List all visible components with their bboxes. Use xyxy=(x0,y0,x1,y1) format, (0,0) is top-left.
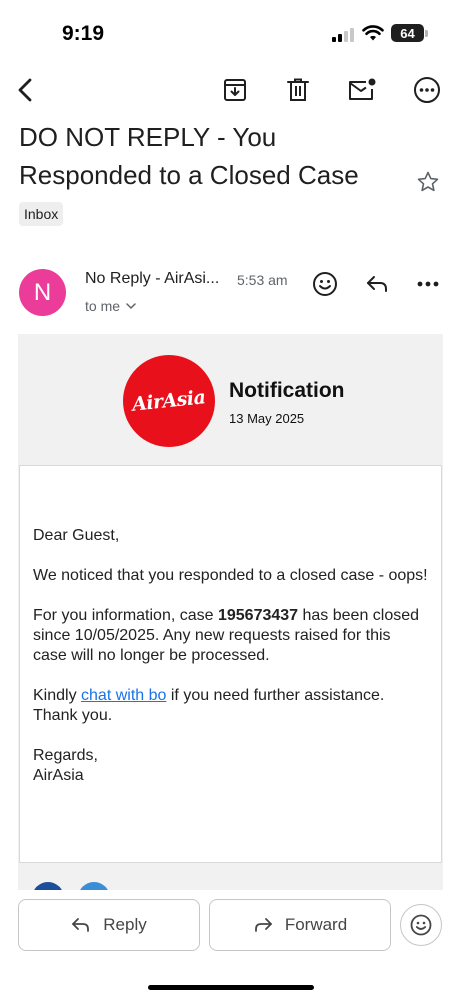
quick-reply-button[interactable] xyxy=(359,266,395,302)
airasia-logo: AirAsia xyxy=(123,355,215,447)
email-subject: DO NOT REPLY - You Responded to a Closed… xyxy=(19,122,359,190)
sender-name[interactable]: No Reply - AirAsi... xyxy=(85,270,219,288)
facebook-icon[interactable] xyxy=(32,882,64,890)
sign-off: Regards, AirAsia xyxy=(33,746,428,786)
smiley-icon xyxy=(313,272,337,296)
regards-text: Regards, xyxy=(33,747,98,764)
paragraph-closed-case: We noticed that you responded to a close… xyxy=(33,567,428,584)
social-icons-row xyxy=(32,882,132,890)
forward-icon xyxy=(254,918,272,932)
more-circle-icon xyxy=(414,77,440,103)
forward-label: Forward xyxy=(284,915,348,934)
sender-avatar[interactable]: N xyxy=(19,269,66,316)
react-emoji-button[interactable] xyxy=(307,266,343,302)
archive-icon xyxy=(224,79,246,101)
email-time: 5:53 am xyxy=(237,272,288,288)
more-horizontal-icon xyxy=(417,281,439,287)
back-button[interactable] xyxy=(8,72,44,108)
reply-icon xyxy=(72,918,90,932)
more-options-button[interactable] xyxy=(409,72,445,108)
forward-button[interactable]: Forward xyxy=(209,899,391,951)
chevron-left-icon xyxy=(18,78,32,102)
chevron-down-icon xyxy=(126,302,136,309)
case-info-prefix: For you information, case xyxy=(33,607,218,624)
paragraph-assistance: Kindly chat with bo if you need further … xyxy=(33,686,428,726)
delete-button[interactable] xyxy=(280,72,316,108)
greeting: Dear Guest, xyxy=(33,527,120,544)
email-body: AirAsia Notification 13 May 2025 Dear Gu… xyxy=(18,334,443,890)
signature-text: AirAsia xyxy=(33,767,84,784)
mark-unread-button[interactable] xyxy=(344,72,380,108)
cellular-signal-icon xyxy=(332,28,354,42)
notification-banner: AirAsia Notification 13 May 2025 xyxy=(18,334,443,465)
mail-unread-icon xyxy=(349,78,376,100)
battery-indicator: 64 xyxy=(391,24,424,42)
wifi-icon xyxy=(362,25,384,41)
email-toolbar xyxy=(0,68,461,112)
emoji-reaction-button[interactable] xyxy=(400,904,442,946)
reply-label: Reply xyxy=(103,915,147,934)
recipient-label: to me xyxy=(85,298,121,314)
battery-tip xyxy=(425,30,428,37)
archive-button[interactable] xyxy=(217,72,253,108)
reply-icon xyxy=(367,276,387,292)
notification-title: Notification xyxy=(229,379,345,402)
chat-with-bo-link[interactable]: chat with bo xyxy=(81,687,166,704)
recipient-details-toggle[interactable]: to me xyxy=(85,298,136,314)
paragraph-case-info: For you information, case 195673437 has … xyxy=(33,606,428,666)
trash-icon xyxy=(287,78,309,101)
logo-text: AirAsia xyxy=(131,386,207,416)
message-more-button[interactable] xyxy=(410,266,446,302)
status-bar: 9:19 64 xyxy=(0,0,461,60)
notification-date: 13 May 2025 xyxy=(229,411,305,426)
inbox-label-chip[interactable]: Inbox xyxy=(19,202,64,226)
smiley-icon xyxy=(410,914,432,936)
message-text: Dear Guest, We noticed that you responde… xyxy=(33,526,428,786)
twitter-icon[interactable] xyxy=(78,882,110,890)
star-button[interactable] xyxy=(412,166,444,198)
assistance-prefix: Kindly xyxy=(33,687,82,704)
reply-button[interactable]: Reply xyxy=(18,899,200,951)
status-time: 9:19 xyxy=(62,22,105,45)
message-card: Dear Guest, We noticed that you responde… xyxy=(19,465,442,863)
star-icon xyxy=(417,171,439,192)
home-indicator[interactable] xyxy=(148,985,314,990)
case-number: 195673437 xyxy=(217,607,299,624)
